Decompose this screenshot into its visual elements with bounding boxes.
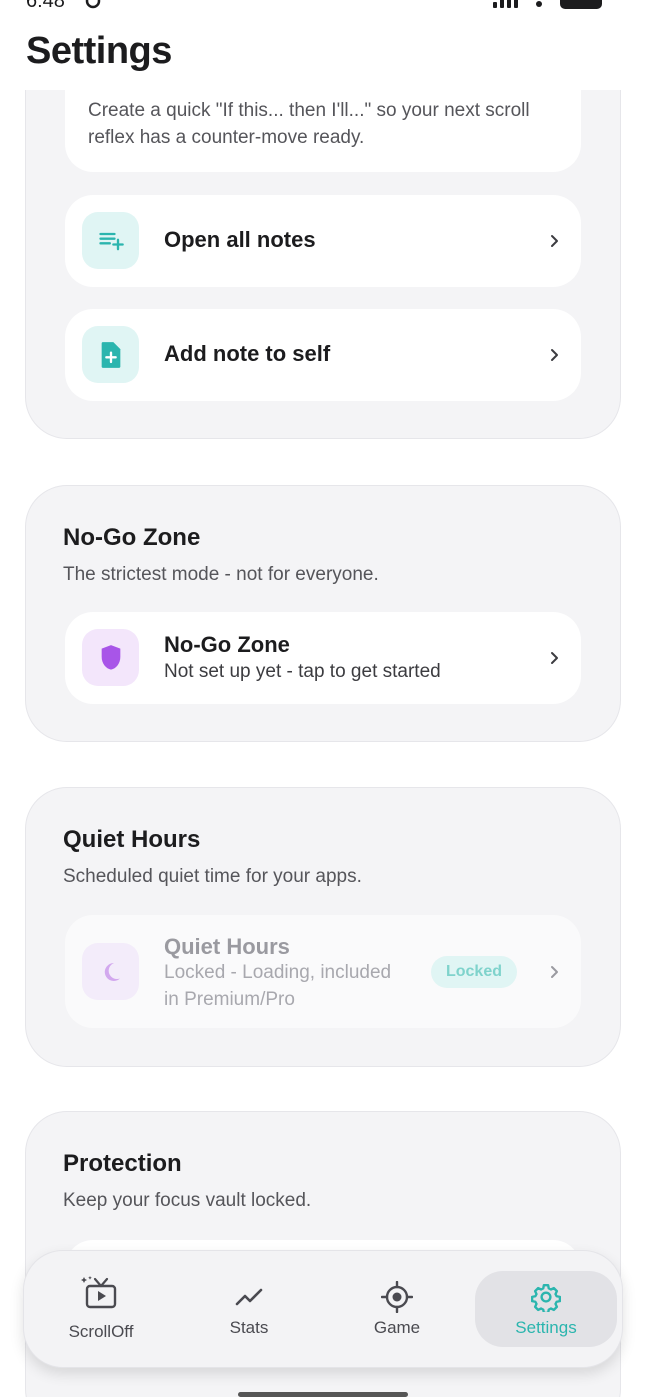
tv-sparkle-icon [81, 1276, 117, 1309]
quiet-hours-row[interactable]: Quiet Hours Locked - Loading, included i… [65, 915, 581, 1028]
nogo-zone-row[interactable]: No-Go Zone Not set up yet - tap to get s… [65, 612, 581, 704]
quiet-row-subtitle-1: Locked - Loading, included [164, 962, 392, 983]
add-note-to-self-label: Add note to self [164, 341, 331, 366]
chevron-right-icon [551, 349, 558, 361]
status-time: 6:48 [26, 0, 65, 12]
trend-line-icon [235, 1288, 263, 1306]
chevron-right-icon [551, 235, 558, 247]
bottom-nav: ScrollOff Stats Game Settings [23, 1250, 623, 1368]
moon-icon [82, 943, 139, 1000]
signal-icon [493, 0, 518, 8]
nogo-zone-section: No-Go Zone The strictest mode - not for … [25, 485, 621, 742]
protection-section-subtitle: Keep your focus vault locked. [63, 1190, 312, 1211]
nav-stats[interactable]: Stats [175, 1251, 323, 1369]
nav-scrolloff-label: ScrollOff [68, 1322, 134, 1341]
gear-icon [531, 1283, 561, 1312]
home-indicator [238, 1392, 408, 1397]
protection-section-title: Protection [63, 1150, 182, 1177]
chevron-right-icon [551, 966, 558, 978]
notes-intro-card: Create a quick "If this... then I'll..."… [65, 90, 581, 172]
target-icon [381, 1281, 413, 1313]
nav-game[interactable]: Game [323, 1251, 471, 1369]
add-note-to-self-row[interactable]: Add note to self [65, 309, 581, 401]
battery-icon [560, 0, 602, 9]
notes-intro-text: Create a quick "If this... then I'll..."… [88, 100, 530, 148]
nav-game-label: Game [373, 1318, 421, 1337]
page-title: Settings [26, 30, 172, 72]
open-all-notes-row[interactable]: Open all notes [65, 195, 581, 287]
nogo-section-subtitle: The strictest mode - not for everyone. [63, 564, 379, 585]
nogo-row-subtitle: Not set up yet - tap to get started [164, 661, 441, 682]
quiet-section-title: Quiet Hours [63, 826, 201, 853]
nogo-row-title: No-Go Zone [164, 632, 290, 657]
quiet-hours-section: Quiet Hours Scheduled quiet time for you… [25, 787, 621, 1067]
notes-section: Create a quick "If this... then I'll..."… [25, 90, 621, 439]
open-all-notes-label: Open all notes [164, 227, 316, 252]
status-bar: 6:48 [0, 0, 646, 14]
status-indicators [493, 0, 602, 9]
quiet-row-title: Quiet Hours [164, 934, 290, 959]
wifi-icon [536, 1, 542, 7]
nav-settings-label: Settings [515, 1318, 577, 1337]
playlist-add-icon [82, 212, 139, 269]
nav-scrolloff[interactable]: ScrollOff [27, 1251, 175, 1369]
quiet-section-subtitle: Scheduled quiet time for your apps. [63, 866, 362, 887]
shield-icon [82, 629, 139, 686]
quiet-row-subtitle-2: in Premium/Pro [164, 989, 295, 1010]
chevron-right-icon [551, 652, 558, 664]
locked-badge: Locked [431, 956, 517, 988]
nogo-section-title: No-Go Zone [63, 524, 201, 551]
settings-scroll-area[interactable]: Create a quick "If this... then I'll..."… [0, 90, 646, 1397]
location-icon [85, 0, 101, 9]
nav-settings[interactable]: Settings [475, 1251, 617, 1369]
nav-stats-label: Stats [229, 1318, 269, 1337]
note-add-icon [82, 326, 139, 383]
